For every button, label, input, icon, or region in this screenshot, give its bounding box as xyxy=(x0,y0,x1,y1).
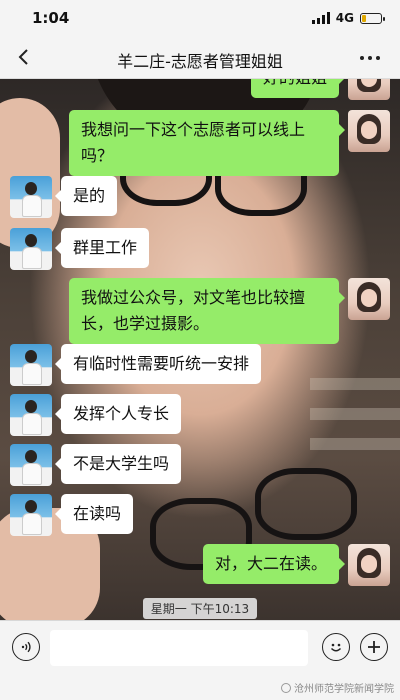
message-bubble[interactable]: 群里工作 xyxy=(54,228,150,268)
watermark-text: 沧州师范学院新闻学院 xyxy=(294,684,394,695)
watermark-logo-icon xyxy=(281,682,291,693)
avatar[interactable] xyxy=(10,394,52,436)
chevron-left-icon[interactable] xyxy=(16,49,32,65)
status-bar: 1:04 4G xyxy=(0,0,400,38)
message-row-other: 有临时性需要听统一安排 xyxy=(10,344,262,386)
message-bubble[interactable]: 有临时性需要听统一安排 xyxy=(54,344,262,384)
plus-icon[interactable] xyxy=(360,633,388,661)
message-bubble[interactable]: 是的 xyxy=(54,176,118,216)
avatar[interactable] xyxy=(348,544,390,586)
chat-header: 羊二庄-志愿者管理姐姐 xyxy=(0,38,400,79)
signal-icon xyxy=(311,12,330,24)
message-row-other: 群里工作 xyxy=(10,228,150,270)
background-photo-blind xyxy=(310,378,400,390)
emoji-icon[interactable] xyxy=(322,633,350,661)
message-row-self: 好的姐姐 xyxy=(250,78,390,100)
background-photo-glasses-lower-right xyxy=(255,468,357,540)
message-input[interactable] xyxy=(50,630,308,666)
message-bubble[interactable]: 我做过公众号，对文笔也比较擅长，也学过摄影。 xyxy=(69,278,345,344)
more-dots-icon[interactable] xyxy=(360,56,380,60)
message-bubble[interactable]: 好的姐姐 xyxy=(250,78,346,98)
input-bar xyxy=(0,620,400,677)
avatar[interactable] xyxy=(10,228,52,270)
message-row-other: 在读吗 xyxy=(10,494,134,536)
avatar[interactable] xyxy=(348,110,390,152)
message-row-other: 不是大学生吗 xyxy=(10,444,182,486)
message-bubble[interactable]: 不是大学生吗 xyxy=(54,444,182,484)
message-bubble[interactable]: 在读吗 xyxy=(54,494,134,534)
avatar[interactable] xyxy=(10,444,52,486)
bottom-strip: 沧州师范学院新闻学院 xyxy=(0,676,400,700)
chat-title: 羊二庄-志愿者管理姐姐 xyxy=(117,52,283,71)
chat-area[interactable]: 好的姐姐 我想问一下这个志愿者可以线上吗？ 是的 群里工作 我做过公众号，对文笔… xyxy=(0,78,400,620)
voice-icon[interactable] xyxy=(12,633,40,661)
avatar[interactable] xyxy=(348,278,390,320)
background-photo-blind xyxy=(310,438,400,450)
message-bubble[interactable]: 我想问一下这个志愿者可以线上吗？ xyxy=(69,110,345,176)
message-row-self: 我做过公众号，对文笔也比较擅长，也学过摄影。 xyxy=(69,278,390,344)
watermark: 沧州师范学院新闻学院 xyxy=(281,680,394,695)
avatar[interactable] xyxy=(10,176,52,218)
message-bubble[interactable]: 对，大二在读。 xyxy=(202,544,346,584)
message-row-self: 我想问一下这个志愿者可以线上吗？ xyxy=(69,110,390,176)
message-row-other: 是的 xyxy=(10,176,118,218)
status-time: 1:04 xyxy=(32,9,70,27)
avatar[interactable] xyxy=(10,344,52,386)
avatar[interactable] xyxy=(10,494,52,536)
message-bubble[interactable]: 发挥个人专长 xyxy=(54,394,182,434)
avatar[interactable] xyxy=(348,78,390,100)
battery-icon xyxy=(360,12,385,24)
status-indicators: 4G xyxy=(311,11,385,25)
background-photo-blind xyxy=(310,408,400,420)
message-row-self: 对，大二在读。 xyxy=(202,544,390,586)
network-label: 4G xyxy=(335,11,354,25)
timestamp-label: 星期一 下午10:13 xyxy=(142,598,258,619)
message-timestamp: 星期一 下午10:13 xyxy=(0,598,400,619)
background-photo-hand-top xyxy=(0,98,60,248)
message-row-other: 发挥个人专长 xyxy=(10,394,182,436)
